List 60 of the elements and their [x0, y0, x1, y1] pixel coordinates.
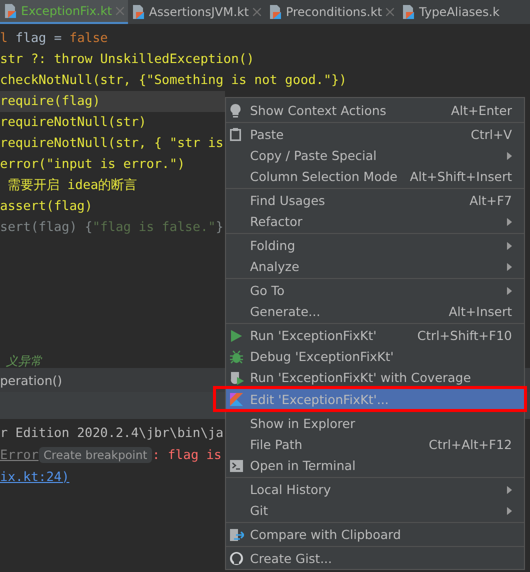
- run-icon: [230, 330, 242, 342]
- menu-item[interactable]: Copy / Paste Special: [226, 145, 524, 166]
- menu-item[interactable]: Run 'ExceptionFixKt' Ctrl+Shift+F10: [226, 325, 524, 346]
- editor-tab[interactable]: ExceptionFix.kt: [0, 0, 128, 24]
- code-line: requireNotNull(str, { "str is: [0, 135, 224, 153]
- kotlin-file-icon: [403, 5, 416, 19]
- code-line: checkNotNull(str, {"Something is not good."}): [0, 72, 347, 90]
- menu-item[interactable]: Folding: [226, 235, 524, 256]
- submenu-arrow-icon: [507, 286, 512, 294]
- breadcrumb-item[interactable]: peration(): [0, 372, 62, 388]
- submenu-arrow-icon: [507, 218, 512, 226]
- menu-item[interactable]: Generate... Alt+Insert: [226, 301, 524, 322]
- kotlin-file-icon: [133, 5, 145, 19]
- error-message: : flag is: [152, 448, 222, 462]
- code-line: error("input is error."): [0, 156, 186, 174]
- menu-item[interactable]: File Path Ctrl+Alt+F12: [226, 434, 524, 455]
- menu-item[interactable]: Debug 'ExceptionFixKt': [226, 346, 524, 367]
- menu-item[interactable]: Go To: [226, 280, 524, 301]
- bug-icon: [230, 350, 243, 364]
- lightbulb-icon: [230, 104, 241, 118]
- compare-icon: [230, 528, 244, 542]
- menu-item[interactable]: Compare with Clipboard: [226, 524, 524, 545]
- menu-item[interactable]: Run 'ExceptionFixKt' with Coverage: [226, 367, 524, 388]
- menu-item[interactable]: Find Usages Alt+F7: [226, 190, 524, 211]
- close-icon[interactable]: [116, 7, 124, 15]
- menu-item[interactable]: Refactor: [226, 211, 524, 232]
- code-comment: 义异常: [5, 354, 42, 368]
- terminal-icon: [230, 460, 243, 472]
- kotlin-file-icon: [270, 5, 282, 19]
- menu-item[interactable]: Analyze: [226, 256, 524, 277]
- code-line: assert(flag): [0, 198, 94, 216]
- console-line: r Edition 2020.2.4\jbr\bin\ja: [0, 426, 224, 440]
- code-line: str ?: throw UnskilledException(): [0, 51, 254, 69]
- menu-item[interactable]: Open in Terminal: [226, 455, 524, 476]
- kotlin-icon: [230, 393, 243, 406]
- submenu-arrow-icon: [507, 242, 512, 250]
- source-link[interactable]: ix.kt:24): [0, 470, 70, 484]
- code-line: 需要开启 idea的断言: [6, 177, 138, 195]
- close-icon[interactable]: [386, 8, 394, 16]
- error-text: Error: [0, 448, 39, 462]
- breakpoint-tooltip[interactable]: Create breakpoint: [38, 447, 152, 463]
- menu-item[interactable]: Create Gist...: [226, 548, 524, 569]
- github-icon: [230, 552, 243, 565]
- code-line: l flag = false: [0, 30, 109, 48]
- menu-item[interactable]: Paste Ctrl+V: [226, 124, 524, 145]
- close-icon[interactable]: [252, 8, 261, 16]
- kotlin-file-icon: [5, 4, 17, 18]
- submenu-arrow-icon: [507, 486, 512, 494]
- menu-item[interactable]: Local History: [226, 479, 524, 500]
- code-line: requireNotNull(str): [0, 114, 148, 132]
- menu-item[interactable]: Show in Explorer: [226, 413, 524, 434]
- shield-play-icon: [230, 370, 244, 384]
- menu-item[interactable]: Show Context Actions Alt+Enter: [226, 100, 524, 121]
- menu-item[interactable]: Git: [226, 500, 524, 521]
- submenu-arrow-icon: [507, 506, 512, 514]
- submenu-arrow-icon: [507, 152, 512, 160]
- code-line: sert(flag) {"flag is false."}: [0, 219, 224, 237]
- menu-item[interactable]: Column Selection Mode Alt+Shift+Insert: [226, 166, 524, 187]
- submenu-arrow-icon: [507, 262, 512, 270]
- clipboard-icon: [230, 128, 241, 141]
